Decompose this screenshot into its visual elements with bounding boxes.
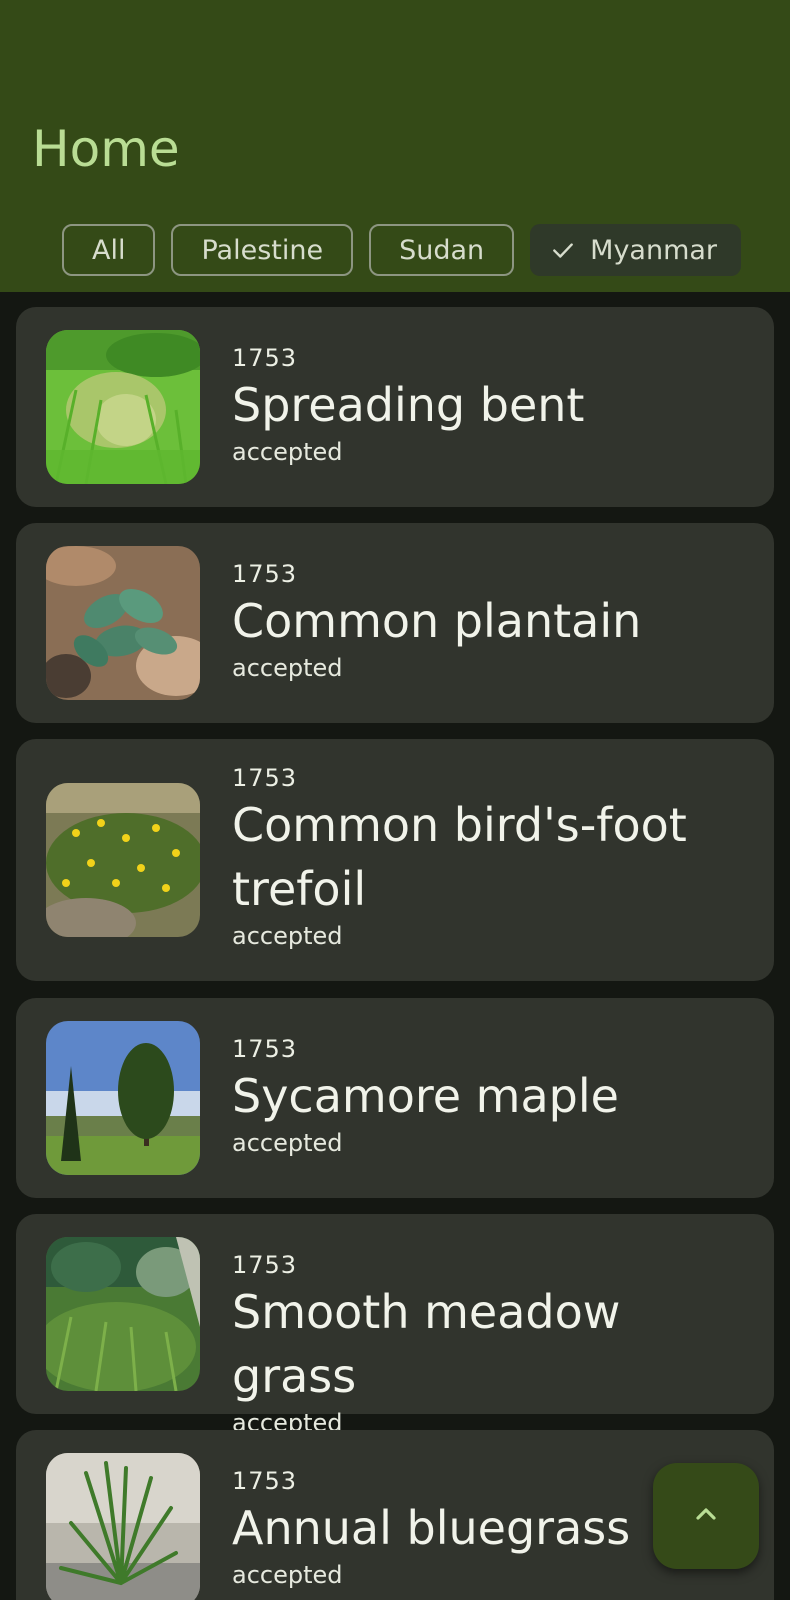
plant-card[interactable]: 1753 Sycamore maple accepted [16,998,774,1198]
plant-year: 1753 [232,764,298,792]
plant-name: Common plantain [232,594,642,648]
plant-info: 1753 Common plantain accepted [232,559,758,683]
plant-info: 1753 Spreading bent accepted [232,343,758,467]
plant-info: 1753 Sycamore maple accepted [232,1034,758,1158]
plant-status: accepted [232,438,343,466]
filter-chip-label: Sudan [399,234,485,266]
chevron-up-icon [690,1498,722,1534]
plant-name: Spreading bent [232,378,585,432]
page-title: Home [32,120,180,178]
plant-year: 1753 [232,1035,298,1063]
filter-chip-label: Palestine [201,234,324,266]
plant-info: 1753 Common bird's-foot trefoil accepted [232,763,758,951]
filter-chip-label: All [92,234,126,266]
plant-year: 1753 [232,560,298,588]
plant-image [46,1453,200,1600]
scroll-to-top-button[interactable] [653,1463,759,1569]
plant-image [46,1237,200,1391]
filter-chip-label: Myanmar [590,234,718,266]
plant-info: 1753 Smooth meadow grass accepted [232,1250,758,1438]
check-icon [550,237,576,263]
plant-image [46,546,200,700]
plant-status: accepted [232,654,343,682]
filter-chip-myanmar[interactable]: Myanmar [530,224,742,276]
plant-name: Smooth meadow grass [232,1285,621,1403]
plant-image [46,1021,200,1175]
plant-status: accepted [232,1129,343,1157]
app-screen: Home All Palestine Sudan Myanmar 1753 Sp… [0,0,790,1600]
plant-card[interactable]: 1753 Common plantain accepted [16,523,774,723]
plant-year: 1753 [232,344,298,372]
plant-card[interactable]: 1753 Spreading bent accepted [16,307,774,507]
top-app-bar: Home All Palestine Sudan Myanmar [0,0,790,292]
filter-chip-palestine[interactable]: Palestine [171,224,354,276]
filter-chip-row[interactable]: All Palestine Sudan Myanmar [62,224,790,276]
plant-image [46,783,200,937]
plant-year: 1753 [232,1251,298,1279]
plant-status: accepted [232,922,343,950]
plant-card[interactable]: 1753 Smooth meadow grass accepted [16,1214,774,1437]
plant-card[interactable]: 1753 Common bird's-foot trefoil accepted [16,739,774,981]
filter-chip-sudan[interactable]: Sudan [369,224,515,276]
filter-chip-all[interactable]: All [62,224,156,276]
plant-name: Common bird's-foot trefoil [232,798,687,916]
plant-image [46,330,200,484]
plant-name: Sycamore maple [232,1069,619,1123]
